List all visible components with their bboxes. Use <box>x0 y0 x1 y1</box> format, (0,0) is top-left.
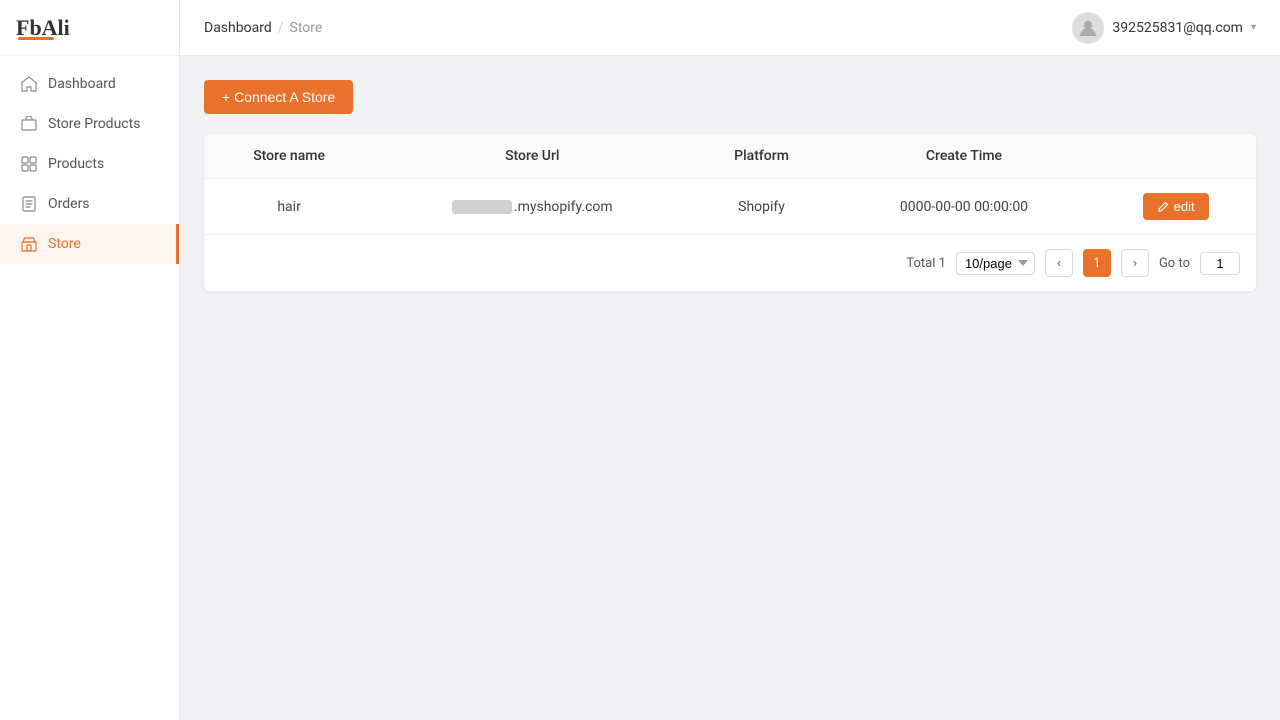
store-products-icon <box>20 115 38 133</box>
chevron-down-icon: ▾ <box>1251 22 1256 33</box>
avatar <box>1072 12 1104 44</box>
store-table: Store name Store Url Platform Create Tim… <box>204 134 1256 234</box>
user-email: 392525831@qq.com <box>1112 20 1243 36</box>
breadcrumb-separator: / <box>278 20 284 36</box>
next-page-button[interactable]: › <box>1121 249 1149 277</box>
header: Dashboard / Store 392525831@qq.com ▾ <box>180 0 1280 56</box>
url-suffix: .myshopify.com <box>514 199 613 215</box>
sidebar-item-store-label: Store <box>48 236 81 252</box>
orders-icon <box>20 195 38 213</box>
main-content: Dashboard / Store 392525831@qq.com ▾ + C… <box>180 0 1280 720</box>
breadcrumb-parent: Dashboard <box>204 20 272 36</box>
store-table-card: Store name Store Url Platform Create Tim… <box>204 134 1256 291</box>
home-icon <box>20 75 38 93</box>
table-row: hair .myshopify.com Shopify 0000-00-00 0… <box>204 179 1256 235</box>
sidebar-item-dashboard-label: Dashboard <box>48 76 116 92</box>
connect-store-button[interactable]: + Connect A Store <box>204 80 353 114</box>
pagination: Total 1 10/page 20/page 50/page ‹ 1 › Go… <box>204 234 1256 291</box>
col-store-url: Store Url <box>374 134 690 179</box>
prev-page-button[interactable]: ‹ <box>1045 249 1073 277</box>
goto-label: Go to <box>1159 256 1190 271</box>
col-store-name: Store name <box>204 134 374 179</box>
sidebar-item-orders[interactable]: Orders <box>0 184 179 224</box>
per-page-select[interactable]: 10/page 20/page 50/page <box>956 252 1035 275</box>
store-icon <box>20 235 38 253</box>
logo: FbAli <box>0 0 179 56</box>
breadcrumb-current: Store <box>290 20 323 36</box>
col-create-time: Create Time <box>833 134 1096 179</box>
edit-button[interactable]: edit <box>1143 193 1209 220</box>
sidebar-item-dashboard[interactable]: Dashboard <box>0 64 179 104</box>
user-menu[interactable]: 392525831@qq.com ▾ <box>1072 12 1256 44</box>
cell-store-url: .myshopify.com <box>374 179 690 235</box>
edit-label: edit <box>1174 199 1195 214</box>
cell-create-time: 0000-00-00 00:00:00 <box>833 179 1096 235</box>
sidebar-item-products[interactable]: Products <box>0 144 179 184</box>
cell-edit: edit <box>1095 179 1256 235</box>
total-label: Total 1 <box>906 256 946 271</box>
sidebar-item-store-products-label: Store Products <box>48 116 140 132</box>
page-content: + Connect A Store Store name Store Url P… <box>180 56 1280 720</box>
sidebar-item-products-label: Products <box>48 156 104 172</box>
sidebar-item-store[interactable]: Store <box>0 224 179 264</box>
blurred-url <box>452 200 512 214</box>
brand-name: FbAli <box>16 15 70 41</box>
cell-store-name: hair <box>204 179 374 235</box>
sidebar: FbAli Dashboard Store Products Products <box>0 0 180 720</box>
col-actions <box>1095 134 1256 179</box>
goto-input[interactable] <box>1200 252 1240 275</box>
sidebar-nav: Dashboard Store Products Products Orders <box>0 56 179 720</box>
breadcrumb: Dashboard / Store <box>204 20 322 36</box>
cell-platform: Shopify <box>690 179 832 235</box>
products-icon <box>20 155 38 173</box>
sidebar-item-store-products[interactable]: Store Products <box>0 104 179 144</box>
col-platform: Platform <box>690 134 832 179</box>
sidebar-item-orders-label: Orders <box>48 196 90 212</box>
current-page-number: 1 <box>1083 249 1111 277</box>
